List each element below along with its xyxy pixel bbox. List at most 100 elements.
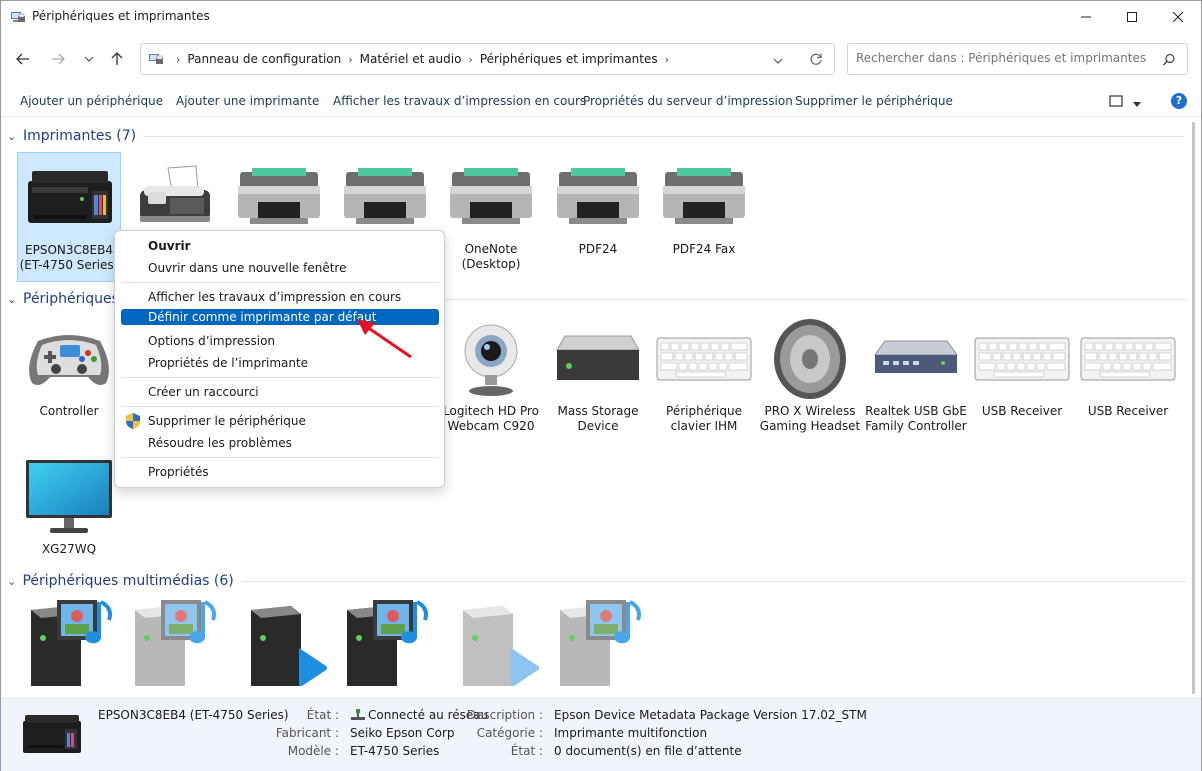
media-server-icon bbox=[17, 596, 121, 686]
section-devices-title: Périphériques bbox=[23, 291, 119, 307]
device-headset[interactable]: PRO X Wireless Gaming Headset bbox=[758, 314, 862, 434]
breadcrumb-separator-icon[interactable]: › bbox=[665, 53, 669, 66]
printer-pdf24-fax[interactable]: PDF24 Fax bbox=[652, 152, 756, 282]
media-server-icon bbox=[227, 596, 331, 686]
window-title: Périphériques et imprimantes bbox=[32, 9, 210, 23]
multifunction-printer-icon bbox=[18, 153, 122, 243]
selected-printer-thumbnail-icon bbox=[19, 711, 85, 760]
device-name: Controller bbox=[39, 404, 99, 418]
add-printer-button[interactable]: Ajouter une imprimante bbox=[176, 94, 319, 108]
breadcrumb-control-panel[interactable]: Panneau de configuration bbox=[187, 52, 341, 66]
printer-onenote[interactable]: OneNote (Desktop) bbox=[439, 152, 543, 282]
details-label-manufacturer: Fabricant : bbox=[275, 726, 339, 740]
menu-item-create-shortcut[interactable]: Créer un raccourci bbox=[121, 382, 439, 402]
menu-separator bbox=[121, 282, 439, 283]
keyboard-icon bbox=[1076, 314, 1180, 404]
hard-drive-icon bbox=[546, 314, 650, 404]
address-history-button[interactable] bbox=[773, 54, 783, 68]
device-name: USB Receiver bbox=[981, 404, 1063, 418]
media-device-1[interactable] bbox=[17, 596, 121, 698]
add-device-button[interactable]: Ajouter un périphérique bbox=[20, 94, 163, 108]
menu-item-troubleshoot[interactable]: Résoudre les problèmes bbox=[121, 433, 439, 453]
vertical-scrollbar[interactable] bbox=[1187, 118, 1201, 698]
maximize-icon bbox=[1127, 12, 1137, 22]
device-usb-receiver-2[interactable]: USB Receiver bbox=[1076, 314, 1180, 434]
speaker-icon bbox=[758, 314, 862, 404]
media-server-icon bbox=[546, 596, 650, 686]
maximize-button[interactable] bbox=[1109, 1, 1155, 33]
breadcrumb-devices-printers[interactable]: Périphériques et imprimantes bbox=[480, 52, 658, 66]
device-usb-receiver-1[interactable]: USB Receiver bbox=[970, 314, 1074, 434]
menu-item-open-new-window[interactable]: Ouvrir dans une nouvelle fenêtre bbox=[121, 258, 439, 278]
collapse-chevron-icon[interactable]: ⌄ bbox=[7, 130, 21, 143]
address-bar[interactable]: › Panneau de configuration › Matériel et… bbox=[140, 43, 835, 75]
menu-item-open[interactable]: Ouvrir bbox=[121, 236, 439, 256]
view-options-button[interactable] bbox=[1132, 97, 1142, 111]
breadcrumb-separator-icon: › bbox=[176, 52, 181, 66]
collapse-chevron-icon[interactable]: ⌄ bbox=[7, 293, 21, 306]
section-printers[interactable]: ⌄ Imprimantes (7) bbox=[7, 125, 1187, 147]
annotation-arrow-icon bbox=[357, 319, 412, 359]
device-network-adapter[interactable]: Realtek USB GbE Family Controller bbox=[864, 314, 968, 434]
details-label-category: Catégorie : bbox=[476, 726, 543, 740]
menu-separator bbox=[121, 406, 439, 407]
up-button[interactable] bbox=[107, 50, 127, 68]
webcam-icon bbox=[439, 314, 543, 404]
device-name: USB Receiver bbox=[1087, 404, 1169, 418]
search-box[interactable] bbox=[847, 43, 1188, 75]
control-panel-icon bbox=[149, 54, 163, 64]
window: Périphériques et imprimantes › Panneau d… bbox=[0, 0, 1202, 771]
title-bar: Périphériques et imprimantes bbox=[1, 1, 1201, 33]
device-webcam[interactable]: Logitech HD Pro Webcam C920 bbox=[439, 314, 543, 434]
menu-item-see-print-jobs[interactable]: Afficher les travaux d’impression en cou… bbox=[121, 287, 439, 307]
menu-item-remove-device[interactable]: Supprimer le périphérique bbox=[121, 411, 439, 431]
see-print-jobs-button[interactable]: Afficher les travaux d’impression en cou… bbox=[333, 94, 586, 108]
chevron-down-icon bbox=[773, 58, 783, 64]
remove-device-button[interactable]: Supprimer le périphérique bbox=[795, 94, 953, 108]
media-device-6[interactable] bbox=[546, 596, 650, 698]
collapse-chevron-icon[interactable]: ⌄ bbox=[7, 575, 20, 588]
arrow-right-icon bbox=[52, 53, 65, 65]
media-device-5[interactable] bbox=[439, 596, 543, 698]
section-multimedia[interactable]: ⌄ Périphériques multimédias (6) bbox=[7, 570, 1187, 592]
minimize-button[interactable] bbox=[1063, 1, 1109, 33]
details-value-category: Imprimante multifonction bbox=[554, 726, 708, 740]
help-icon[interactable]: ? bbox=[1171, 93, 1187, 109]
details-label-status: État : bbox=[510, 744, 543, 758]
printer-pdf24[interactable]: PDF24 bbox=[546, 152, 650, 282]
change-view-button[interactable] bbox=[1109, 95, 1123, 110]
view-icon bbox=[1109, 95, 1123, 107]
device-monitor[interactable]: XG27WQ bbox=[17, 452, 121, 564]
chevron-down-icon bbox=[84, 56, 94, 62]
menu-item-properties[interactable]: Propriétés bbox=[121, 462, 439, 482]
breadcrumb-hardware-sound[interactable]: Matériel et audio bbox=[360, 52, 462, 66]
media-device-3[interactable] bbox=[227, 596, 331, 698]
close-button[interactable] bbox=[1155, 1, 1201, 33]
details-pane: EPSON3C8EB4 (ET-4750 Series) État : Conn… bbox=[1, 698, 1201, 771]
device-keyboard-hid[interactable]: Périphérique clavier IHM bbox=[652, 314, 756, 434]
printer-icon bbox=[652, 152, 756, 242]
device-name: Realtek USB GbE Family Controller bbox=[865, 404, 967, 433]
device-controller[interactable]: Controller bbox=[17, 314, 121, 434]
media-server-icon bbox=[333, 596, 437, 686]
refresh-button[interactable] bbox=[809, 52, 823, 69]
search-icon[interactable] bbox=[1162, 53, 1176, 67]
back-button[interactable] bbox=[13, 50, 33, 68]
search-input[interactable] bbox=[856, 51, 1151, 65]
media-device-4[interactable] bbox=[333, 596, 437, 698]
forward-button[interactable] bbox=[48, 50, 68, 68]
details-value-manufacturer: Seiko Epson Corp bbox=[350, 726, 455, 740]
print-server-properties-button[interactable]: Propriétés du serveur d’impression bbox=[583, 94, 793, 108]
device-name: PDF24 Fax bbox=[672, 242, 736, 256]
arrow-left-icon bbox=[16, 53, 29, 65]
section-divider bbox=[144, 135, 1185, 137]
device-mass-storage[interactable]: Mass Storage Device bbox=[546, 314, 650, 434]
recent-locations-button[interactable] bbox=[79, 50, 99, 68]
scrollbar-thumb[interactable] bbox=[1192, 122, 1195, 694]
breadcrumb-separator-icon: › bbox=[348, 52, 353, 66]
printer-epson[interactable]: EPSON3C8EB4 (ET-4750 Series) bbox=[17, 152, 121, 282]
gamepad-icon bbox=[17, 314, 121, 404]
section-divider bbox=[241, 580, 1187, 582]
media-device-2[interactable] bbox=[121, 596, 225, 698]
details-value-status: 0 document(s) en file d’attente bbox=[554, 744, 742, 758]
